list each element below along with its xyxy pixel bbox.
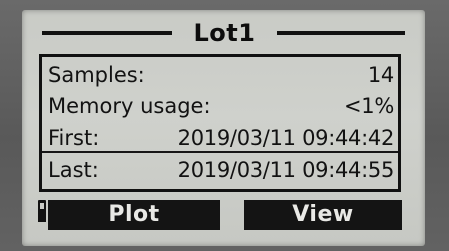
title-rule-right xyxy=(277,31,405,35)
lot-title: Lot1 xyxy=(193,19,256,47)
memory-usage-row: Memory usage: <1% xyxy=(48,91,394,121)
title-bar: Lot1 xyxy=(32,16,416,50)
view-softkey[interactable]: View xyxy=(244,200,402,230)
samples-label: Samples: xyxy=(48,63,145,87)
last-row: Last: 2019/03/11 09:44:55 xyxy=(48,155,394,185)
lcd-screen: Lot1 Samples: 14 Memory usage: <1% First… xyxy=(22,10,425,246)
memory-usage-label: Memory usage: xyxy=(48,94,211,118)
first-value: 2019/03/11 09:44:42 xyxy=(177,126,395,150)
softkey-indicator-icon xyxy=(38,200,46,222)
last-label: Last: xyxy=(48,158,99,182)
softkey-bar: Plot View xyxy=(22,200,425,236)
device-bezel: Lot1 Samples: 14 Memory usage: <1% First… xyxy=(0,0,449,251)
first-row: First: 2019/03/11 09:44:42 xyxy=(48,123,394,153)
last-value: 2019/03/11 09:44:55 xyxy=(177,158,395,182)
title-rule-left xyxy=(42,31,172,35)
samples-value: 14 xyxy=(367,63,394,87)
first-label: First: xyxy=(48,126,100,150)
plot-softkey[interactable]: Plot xyxy=(48,200,220,230)
memory-usage-value: <1% xyxy=(343,94,394,118)
lot-info-panel: Samples: 14 Memory usage: <1% First: 201… xyxy=(39,54,401,192)
samples-row: Samples: 14 xyxy=(48,60,394,90)
